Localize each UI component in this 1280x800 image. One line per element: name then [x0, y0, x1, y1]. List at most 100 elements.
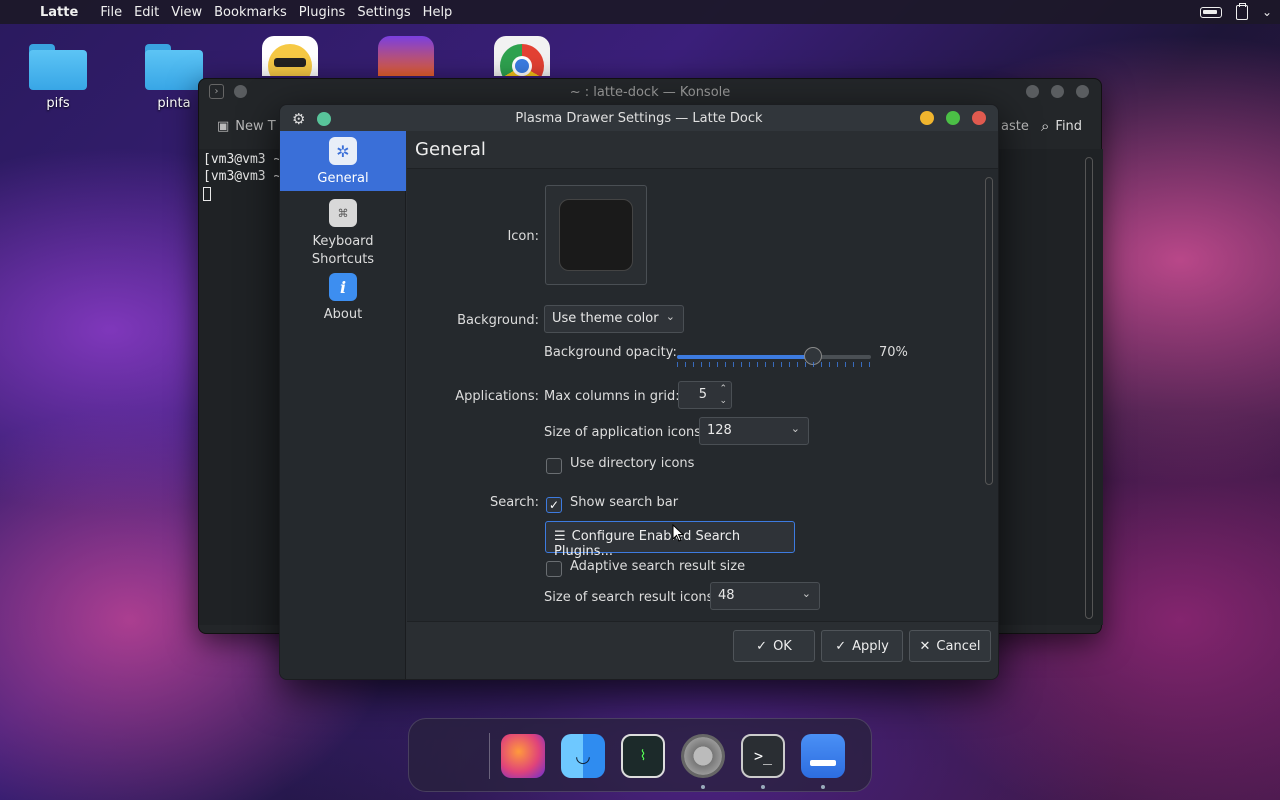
running-indicator: [761, 785, 765, 789]
spin-arrows-icon[interactable]: ⌃ ⌄: [719, 383, 727, 407]
settings-icon: ✲: [329, 137, 357, 165]
configure-search-plugins-button[interactable]: ☰ Configure Enabled Search Plugins...: [545, 521, 795, 559]
desktop-icon-pifs[interactable]: pifs: [18, 44, 98, 111]
minimize-button[interactable]: [920, 111, 934, 125]
check-icon: ✓: [756, 638, 768, 654]
close-button[interactable]: [972, 111, 986, 125]
configure-search-plugins-label: Configure Enabled Search Plugins...: [554, 529, 741, 559]
adaptive-search-checkbox[interactable]: [546, 561, 562, 577]
new-tab-button[interactable]: ▣ New T: [217, 119, 276, 134]
search-icon-size-value: 48: [718, 588, 735, 603]
sidebar-item-general[interactable]: ✲ General: [280, 131, 406, 191]
konsole-title: ~ : latte-dock — Konsole: [569, 84, 731, 100]
background-label: Background:: [457, 313, 539, 328]
slider-fill: [677, 355, 813, 359]
app-icon-size-value: 128: [707, 423, 732, 438]
konsole-minimize-button[interactable]: [1026, 85, 1039, 98]
konsole-pin-button[interactable]: [234, 85, 247, 98]
menu-bookmarks[interactable]: Bookmarks: [214, 5, 287, 20]
konsole-menu-icon[interactable]: ›: [209, 84, 224, 99]
latte-icon[interactable]: [801, 734, 845, 778]
show-search-bar-checkbox[interactable]: ✓: [546, 497, 562, 513]
app-name[interactable]: Latte: [40, 5, 78, 20]
find-button[interactable]: ⌕ Find: [1041, 117, 1082, 135]
search-icon-size-label: Size of search result icons:: [544, 590, 718, 605]
system-settings-icon[interactable]: [681, 734, 725, 778]
info-icon: i: [329, 273, 357, 301]
chevron-down-icon: ⌄: [801, 587, 811, 600]
running-indicator: [821, 785, 825, 789]
max-columns-spinbox[interactable]: 5 ⌃ ⌄: [678, 381, 732, 409]
dialog-footer: ✓ OK ✓ Apply ✕ Cancel: [407, 621, 998, 679]
new-tab-icon: ▣: [217, 119, 230, 134]
menu-file[interactable]: File: [100, 5, 122, 20]
mouse-cursor-icon: [672, 524, 684, 542]
use-directory-icons-checkbox[interactable]: [546, 458, 562, 474]
konsole-scrollbar[interactable]: [1085, 157, 1093, 619]
menu-edit[interactable]: Edit: [134, 5, 159, 20]
chrome-desktop-icon[interactable]: [494, 36, 550, 76]
app-icon-size-combo[interactable]: 128 ⌄: [699, 417, 809, 445]
use-directory-icons-label[interactable]: Use directory icons: [570, 456, 694, 471]
chevron-down-icon[interactable]: ⌄: [1262, 5, 1272, 19]
ok-label: OK: [773, 638, 792, 654]
show-search-bar-label[interactable]: Show search bar: [570, 495, 678, 510]
menu-plugins[interactable]: Plugins: [299, 5, 346, 20]
menu-view[interactable]: View: [171, 5, 202, 20]
applications-label: Applications:: [455, 389, 539, 404]
background-opacity-value: 70%: [879, 345, 908, 360]
dialog-titlebar[interactable]: ⚙ Plasma Drawer Settings — Latte Dock: [280, 105, 998, 131]
sidebar-item-keyboard-shortcuts[interactable]: ⌘ Keyboard Shortcuts: [280, 191, 406, 271]
maximize-button[interactable]: [946, 111, 960, 125]
apple-icon: [559, 199, 633, 271]
paste-button[interactable]: aste: [1001, 119, 1029, 134]
battery-icon[interactable]: [1199, 6, 1222, 18]
keep-above-button[interactable]: [317, 112, 332, 126]
icon-label: Icon:: [507, 229, 539, 244]
terminal-cursor: [203, 186, 211, 201]
emoji-app-icon[interactable]: [262, 36, 318, 76]
dialog-sidebar: ✲ General ⌘ Keyboard Shortcuts i About: [280, 131, 406, 679]
chevron-down-icon: ⌄: [790, 422, 800, 435]
firefox-icon[interactable]: [501, 734, 545, 778]
background-opacity-slider[interactable]: [677, 347, 871, 365]
konsole-titlebar[interactable]: › ~ : latte-dock — Konsole: [199, 79, 1101, 105]
running-indicator: [701, 785, 705, 789]
ok-button[interactable]: ✓ OK: [733, 630, 815, 662]
menu-settings[interactable]: Settings: [357, 5, 410, 20]
apply-button[interactable]: ✓ Apply: [821, 630, 903, 662]
search-label: Search:: [489, 495, 539, 510]
sidebar-item-label: Keyboard Shortcuts: [311, 234, 375, 267]
adaptive-search-label[interactable]: Adaptive search result size: [570, 559, 745, 574]
sidebar-item-label: About: [323, 307, 363, 322]
system-monitor-icon[interactable]: ⌇: [621, 734, 665, 778]
max-columns-value: 5: [698, 387, 707, 402]
icon-picker-button[interactable]: [545, 185, 647, 285]
menu-help[interactable]: Help: [423, 5, 453, 20]
desktop-icon-label: pifs: [46, 96, 70, 111]
keyboard-icon: ⌘: [329, 199, 357, 227]
settings-content: Icon: Background: Use theme color ⌄ Back…: [407, 169, 998, 621]
chevron-down-icon: ⌄: [665, 310, 675, 323]
firefox-desktop-icon[interactable]: [378, 36, 434, 76]
dock-separator: [489, 733, 490, 779]
cancel-button[interactable]: ✕ Cancel: [909, 630, 991, 662]
konsole-close-button[interactable]: [1076, 85, 1089, 98]
search-icon-size-combo[interactable]: 48 ⌄: [710, 582, 820, 610]
konsole-maximize-button[interactable]: [1051, 85, 1064, 98]
terminal-icon[interactable]: >_: [741, 734, 785, 778]
apple-launcher-icon[interactable]: [435, 734, 479, 778]
content-scrollbar[interactable]: [985, 177, 993, 485]
clipboard-icon[interactable]: [1235, 2, 1248, 20]
menu-icon: ☰: [554, 529, 566, 544]
gear-icon[interactable]: ⚙: [292, 110, 305, 128]
search-icon: ⌕: [1041, 117, 1050, 135]
background-combo[interactable]: Use theme color ⌄: [544, 305, 684, 333]
dock: ◡ ⌇ >_: [408, 718, 872, 792]
finder-icon[interactable]: ◡: [561, 734, 605, 778]
slider-ticks: [677, 362, 871, 367]
folder-icon: [29, 44, 87, 90]
new-tab-label: New T: [235, 119, 276, 134]
sidebar-item-about[interactable]: i About: [280, 271, 406, 322]
check-icon: ✓: [835, 638, 847, 654]
